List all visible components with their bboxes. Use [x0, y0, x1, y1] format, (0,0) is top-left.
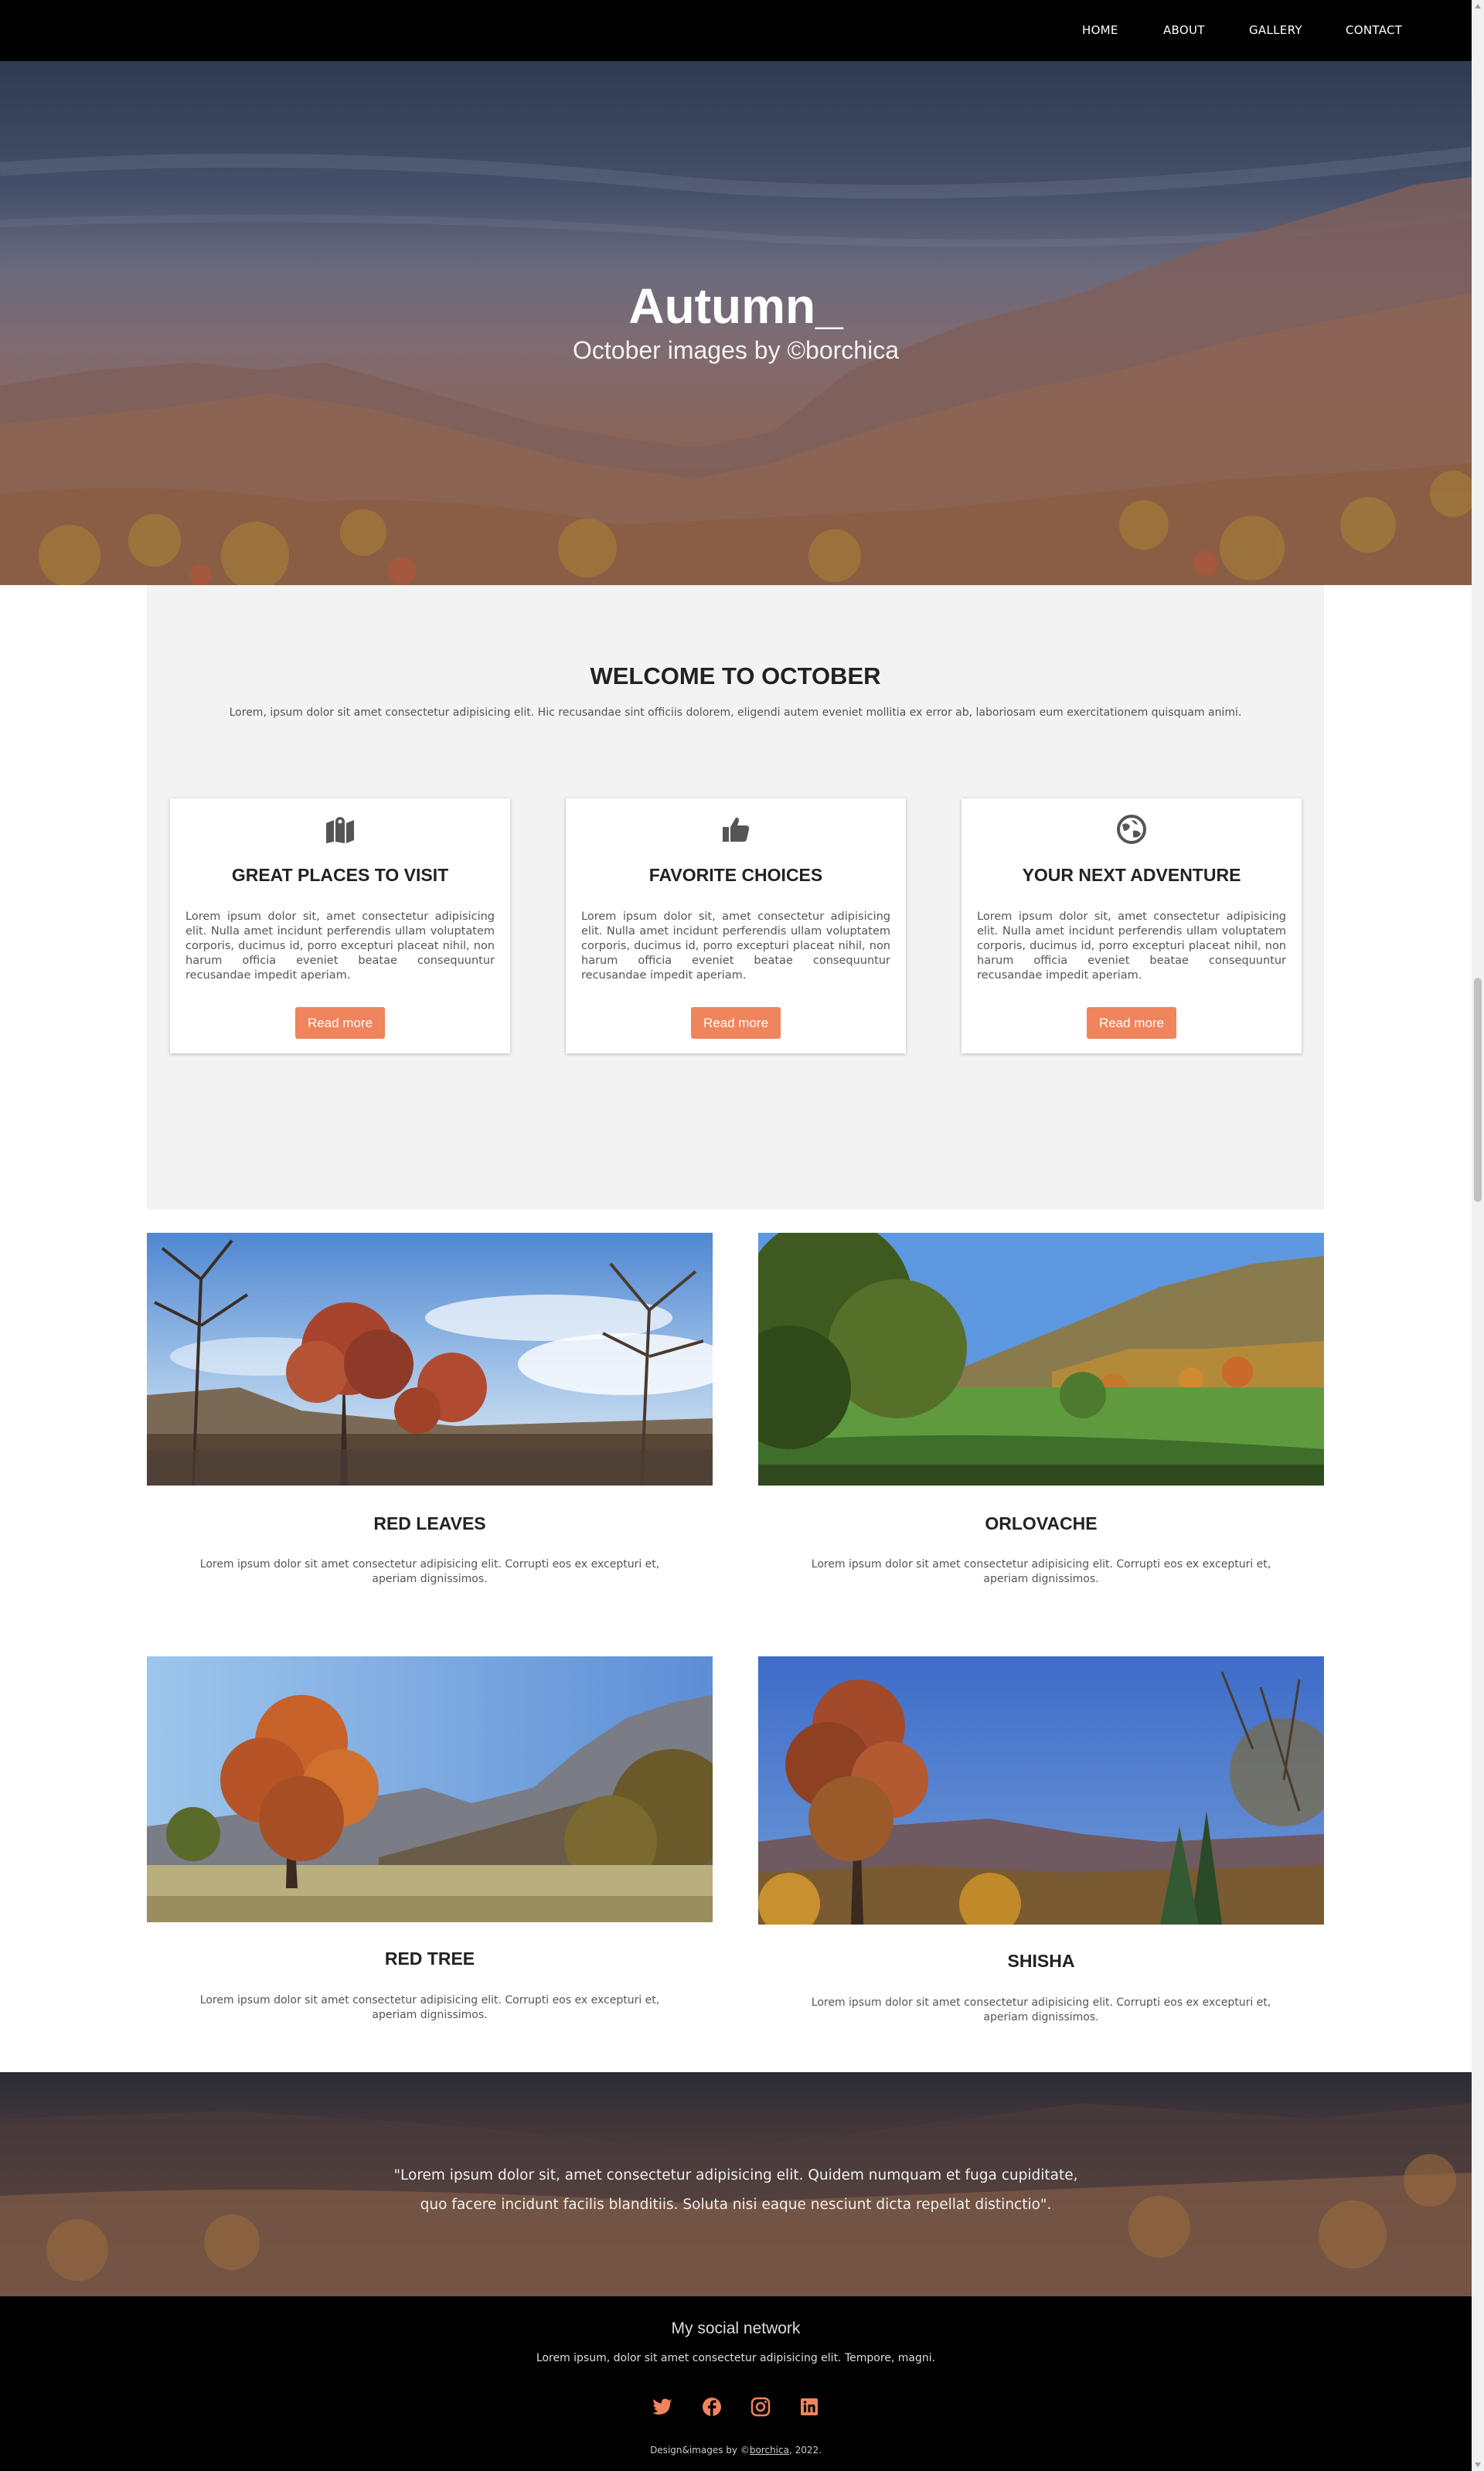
card-text: Lorem ipsum dolor sit, amet consectetur … — [581, 910, 890, 982]
quote-text: "Lorem ipsum dolor sit, amet consectetur… — [349, 2161, 1122, 2220]
card-title: FAVORITE CHOICES — [648, 865, 823, 885]
card-title: YOUR NEXT ADVENTURE — [1022, 865, 1241, 885]
linkedin-icon[interactable] — [798, 2395, 821, 2418]
read-more-button[interactable]: Read more — [295, 1007, 385, 1039]
scroll-down-arrow-icon[interactable] — [1475, 2462, 1481, 2467]
hero-title: Autumn_ — [628, 278, 843, 334]
footer-description: Lorem ipsum, dolor sit amet consectetur … — [536, 2352, 936, 2364]
instagram-icon[interactable] — [749, 2395, 772, 2418]
gallery-item-red-tree: RED TREE Lorem ipsum dolor sit amet cons… — [147, 1656, 713, 2035]
globe-icon — [1117, 815, 1146, 844]
gallery-text: Lorem ipsum dolor sit amet consectetur a… — [199, 1994, 660, 2021]
gallery-item-red-leaves: RED LEAVES Lorem ipsum dolor sit amet co… — [147, 1233, 713, 1596]
quote-banner: "Lorem ipsum dolor sit, amet consectetur… — [0, 2072, 1472, 2296]
welcome-section: WELCOME TO OCTOBER Lorem, ipsum dolor si… — [147, 585, 1324, 1210]
red-leaves-photo — [147, 1233, 713, 1486]
nav-home-link[interactable]: HOME — [1082, 23, 1118, 37]
gallery-text: Lorem ipsum dolor sit amet consectetur a… — [811, 1996, 1271, 2023]
twitter-icon[interactable] — [652, 2395, 675, 2418]
nav-contact-link[interactable]: CONTACT — [1346, 23, 1402, 37]
scrollbar-thumb[interactable] — [1474, 978, 1482, 1202]
quote-line-1: "Lorem ipsum dolor sit, amet consectetur… — [393, 2167, 1078, 2183]
gallery-text: Lorem ipsum dolor sit amet consectetur a… — [199, 1558, 660, 1585]
quote-line-2: quo facere incidunt facilis blanditiis. … — [420, 2197, 1052, 2213]
orlovache-photo — [758, 1233, 1324, 1486]
gallery-title: SHISHA — [1007, 1951, 1075, 1971]
scroll-up-arrow-icon[interactable] — [1475, 4, 1481, 9]
gallery-title: RED LEAVES — [373, 1513, 486, 1533]
welcome-title: WELCOME TO OCTOBER — [590, 662, 881, 689]
gallery-item-shisha: SHISHA Lorem ipsum dolor sit amet consec… — [758, 1656, 1324, 2035]
footer-credit: Design&images by ©borchica, 2022. — [0, 2445, 1472, 2456]
card-great-places: GREAT PLACES TO VISIT Lorem ipsum dolor … — [170, 798, 510, 1053]
hero-banner: Autumn_ October images by ©borchica — [0, 61, 1472, 585]
footer-title: My social network — [671, 2320, 801, 2337]
nav-gallery-link[interactable]: GALLERY — [1249, 23, 1302, 37]
shisha-photo — [758, 1656, 1324, 1925]
card-favorite-choices: FAVORITE CHOICES Lorem ipsum dolor sit, … — [566, 798, 906, 1053]
gallery-text: Lorem ipsum dolor sit amet consectetur a… — [811, 1558, 1271, 1585]
gallery-title: ORLOVACHE — [985, 1513, 1098, 1533]
gallery-title: RED TREE — [384, 1949, 475, 1969]
hero-subtitle: October images by ©borchica — [573, 336, 899, 364]
welcome-intro: Lorem, ipsum dolor sit amet consectetur … — [229, 706, 1242, 719]
read-more-button[interactable]: Read more — [1087, 1007, 1176, 1039]
card-text: Lorem ipsum dolor sit, amet consectetur … — [977, 910, 1286, 982]
card-title: GREAT PLACES TO VISIT — [231, 865, 449, 885]
top-navbar: HOME ABOUT GALLERY CONTACT — [0, 0, 1472, 61]
thumbs-up-icon — [723, 817, 750, 842]
card-text: Lorem ipsum dolor sit, amet consectetur … — [186, 910, 495, 982]
card-next-adventure: YOUR NEXT ADVENTURE Lorem ipsum dolor si… — [962, 798, 1302, 1053]
nav-about-link[interactable]: ABOUT — [1163, 23, 1205, 37]
credit-prefix: Design&images by © — [650, 2445, 750, 2456]
footer: My social network Lorem ipsum, dolor sit… — [0, 2296, 1472, 2471]
credit-author-link[interactable]: borchica — [750, 2445, 789, 2456]
map-icon — [326, 817, 354, 843]
page-scrollbar[interactable] — [1472, 0, 1484, 2471]
credit-suffix: , 2022. — [788, 2445, 822, 2456]
red-tree-photo — [147, 1656, 713, 1922]
gallery-item-orlovache: ORLOVACHE Lorem ipsum dolor sit amet con… — [758, 1233, 1324, 1596]
read-more-button[interactable]: Read more — [691, 1007, 781, 1039]
facebook-icon[interactable] — [700, 2395, 723, 2418]
